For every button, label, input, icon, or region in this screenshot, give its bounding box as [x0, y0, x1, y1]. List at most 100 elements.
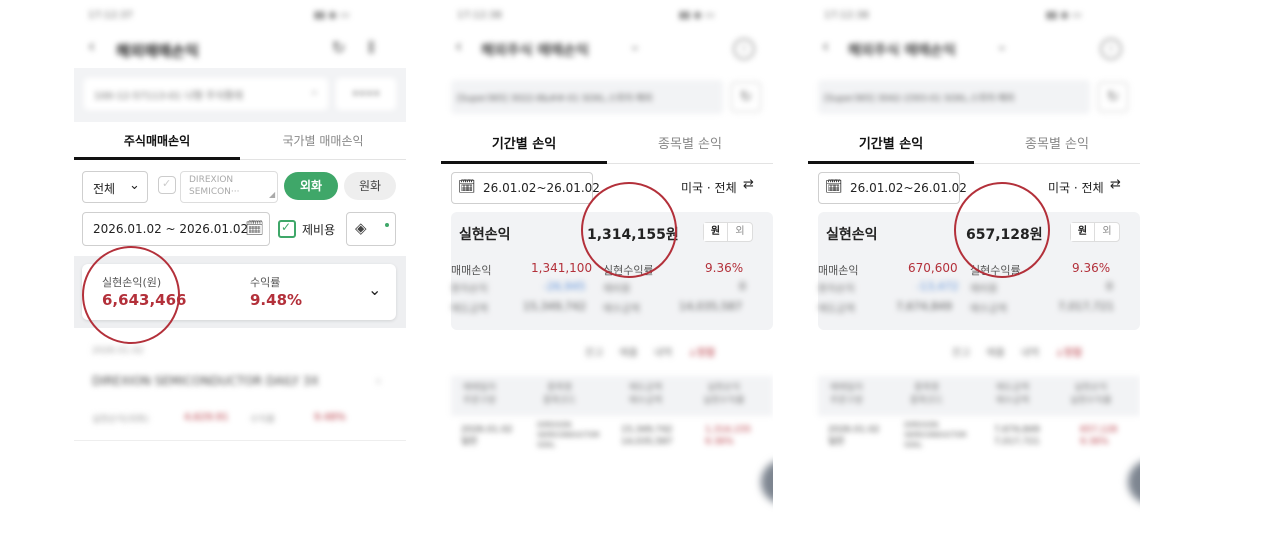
toggle-foreign[interactable]: 외	[1095, 223, 1119, 241]
account-number: [Super365] 3022-8&##-01 SOXL.스위치·해외	[457, 94, 653, 104]
tab-period-pnl[interactable]: 기간별 손익	[808, 126, 974, 164]
account-select[interactable]: [Super365] 3022-8&##-01 SOXL.스위치·해외	[451, 80, 723, 114]
krw-button[interactable]: 원화	[344, 172, 396, 200]
row3-value2: 7,017,721	[1058, 300, 1114, 313]
chevron-down-icon[interactable]: ⌄	[996, 38, 1008, 54]
tab-bar: 기간별 손익 종목별 손익	[808, 126, 1140, 164]
filter-settings-icon[interactable]: ⇄	[743, 177, 754, 192]
back-icon[interactable]: ‹	[455, 36, 462, 57]
row3-value: 15,349,742	[523, 300, 586, 313]
table-header-cell: 매매일자 주문구분	[830, 383, 864, 406]
info-icon[interactable]: i	[733, 38, 755, 60]
status-time: 17:12:37	[88, 10, 133, 21]
password-field[interactable]: ••••	[336, 78, 396, 110]
sort-options: 잔고 매출 내역 ↓정렬	[585, 344, 715, 359]
status-time: 17:12:38	[824, 10, 869, 21]
row1-value2: 9.36%	[705, 261, 744, 275]
row2-label2: 제비용	[603, 284, 631, 295]
stock-checkbox[interactable]: ✓	[158, 176, 176, 194]
back-icon[interactable]: ‹	[88, 36, 95, 57]
row2-label: 환차손익	[818, 284, 855, 295]
panel-overseas-1: 17:12:38 ▮▮ ◉ ▭ ‹ 해외주식 매매손익 ⌄ i [Super36…	[441, 0, 773, 550]
refresh-icon[interactable]: ↻	[1098, 82, 1128, 112]
currency-toggle[interactable]: 원 외	[1070, 222, 1120, 242]
list-realized-label: 실현손익(외화)	[92, 415, 149, 425]
highlight-circle	[82, 246, 180, 344]
floating-button[interactable]	[761, 460, 773, 504]
sort-option[interactable]: 매출	[986, 344, 1004, 359]
table-cell: 2026.01.02 일반	[461, 425, 513, 447]
back-icon[interactable]: ‹	[822, 36, 829, 57]
tab-period-pnl[interactable]: 기간별 손익	[441, 126, 607, 164]
table-cell: DIREXION SEMICONDUCTOR SOXL	[537, 421, 600, 449]
sort-option[interactable]: 매출	[619, 344, 637, 359]
chevron-down-icon[interactable]: ⌄	[368, 280, 381, 299]
row3-value: 7,674,849	[896, 300, 952, 313]
sort-option[interactable]: 내역	[1021, 344, 1039, 359]
menu-icon[interactable]: ⫼	[368, 40, 374, 56]
tab-stock-pnl[interactable]: 주식매매손익	[74, 122, 240, 160]
tab-country-pnl[interactable]: 국가별 매매손익	[240, 122, 406, 160]
highlight-circle	[954, 182, 1050, 278]
foreign-currency-button[interactable]: 외화	[284, 172, 338, 200]
filter-select[interactable]: 전체 ⌄	[82, 171, 148, 203]
account-select[interactable]: [Super365] 3042-1593-01 SOXL.스위치·해외	[818, 80, 1090, 114]
stock-name-field[interactable]: DIREXION SEMICON··· ◢	[180, 171, 278, 203]
sort-option[interactable]: ↓정렬	[688, 344, 715, 359]
row1-value: 1,341,100	[531, 261, 593, 275]
row1-label: 매매손익	[451, 264, 492, 277]
row2-label2: 제비용	[970, 284, 998, 295]
row2-label: 환차손익	[451, 284, 488, 295]
expense-checkbox[interactable]: ✓	[278, 220, 296, 238]
tab-stock-pnl[interactable]: 종목별 손익	[607, 126, 773, 164]
divider	[74, 440, 406, 441]
toggle-won[interactable]: 원	[1071, 223, 1095, 241]
table-header-cell: 종목명 종목코드	[543, 383, 577, 406]
return-label: 수익률	[250, 276, 281, 289]
date-range-field[interactable]: 🗓 26.01.02~26.01.02	[818, 172, 967, 204]
table-header-cell: 매매일자 주문구분	[463, 383, 497, 406]
table-row[interactable]: 2026.01.02 일반 DIREXION SEMICONDUCTOR SOXL 7…	[818, 420, 1140, 460]
table-header: 매매일자 주문구분 종목명 종목코드 매도금액 매수금액 실현손익 실현수익률	[451, 376, 773, 416]
market-filter[interactable]: 미국 · 전체	[681, 179, 737, 196]
refresh-icon[interactable]: ↻	[332, 38, 345, 57]
panel-domestic-style: 17:12:37 ▮▮ ◉ ▭ ‹ 해외매매손익 ↻ ⫼ 100-12-5711…	[74, 0, 406, 550]
calendar-icon: 🗓	[458, 179, 476, 195]
account-bar: 100-12-57113-01 나형 주식통데 ⌄ ••••	[74, 68, 406, 122]
account-select[interactable]: 100-12-57113-01 나형 주식통데 ⌄	[84, 78, 328, 110]
table-header: 매매일자 주문구분 종목명 종목코드 매도금액 매수금액 실현손익 실현수익률	[818, 376, 1140, 416]
list-stock-name[interactable]: DIREXION SEMICONDUCTOR DAILY 3X	[92, 374, 319, 388]
table-cell: 1,314,155 9.36%	[705, 425, 751, 447]
chevron-down-icon[interactable]: ⌄	[629, 38, 641, 54]
info-icon[interactable]: i	[1100, 38, 1122, 60]
tab-bar: 주식매매손익 국가별 매매손익	[74, 122, 406, 160]
date-range-field[interactable]: 2026.01.02 ~ 2026.01.02 🗓	[82, 212, 270, 246]
table-cell: DIREXION SEMICONDUCTOR SOXL	[904, 421, 967, 449]
sort-option[interactable]: 잔고	[952, 344, 970, 359]
panel-overseas-2: 17:12:38 ▮▮ ◉ ▭ ‹ 해외주식 매매손익 ⌄ i [Super36…	[808, 0, 1140, 550]
toggle-foreign[interactable]: 외	[728, 223, 752, 241]
sort-option[interactable]: ↓정렬	[1055, 344, 1082, 359]
row3-label: 매도금액	[818, 304, 855, 315]
tab-stock-pnl[interactable]: 종목별 손익	[974, 126, 1140, 164]
table-header-cell: 종목명 종목코드	[910, 383, 944, 406]
sort-option[interactable]: 내역	[654, 344, 672, 359]
refresh-icon[interactable]: ↻	[731, 82, 761, 112]
date-range-text: 2026.01.02 ~ 2026.01.02	[93, 222, 249, 236]
floating-button[interactable]	[1128, 460, 1140, 504]
status-icons: ▮▮ ◉ ▭	[679, 10, 715, 21]
table-cell: 7,674,849 7,017,721	[994, 425, 1040, 447]
date-range-field[interactable]: 🗓 26.01.02~26.01.02	[451, 172, 600, 204]
market-filter[interactable]: 미국 · 전체	[1048, 179, 1104, 196]
currency-toggle[interactable]: 원 외	[703, 222, 753, 242]
chevron-right-icon[interactable]: ›	[376, 374, 381, 388]
filter-settings-icon[interactable]: ⇄	[1110, 177, 1121, 192]
highlight-circle	[581, 182, 677, 278]
layers-icon: ◈	[355, 219, 367, 237]
filter-label: 전체	[93, 182, 116, 196]
table-row[interactable]: 2026.01.02 일반 DIREXION SEMICONDUCTOR SOXL 1…	[451, 420, 773, 460]
layers-button[interactable]: ◈	[346, 212, 396, 246]
sort-option[interactable]: 잔고	[585, 344, 603, 359]
return-value: 9.48%	[250, 291, 303, 309]
toggle-won[interactable]: 원	[704, 223, 728, 241]
